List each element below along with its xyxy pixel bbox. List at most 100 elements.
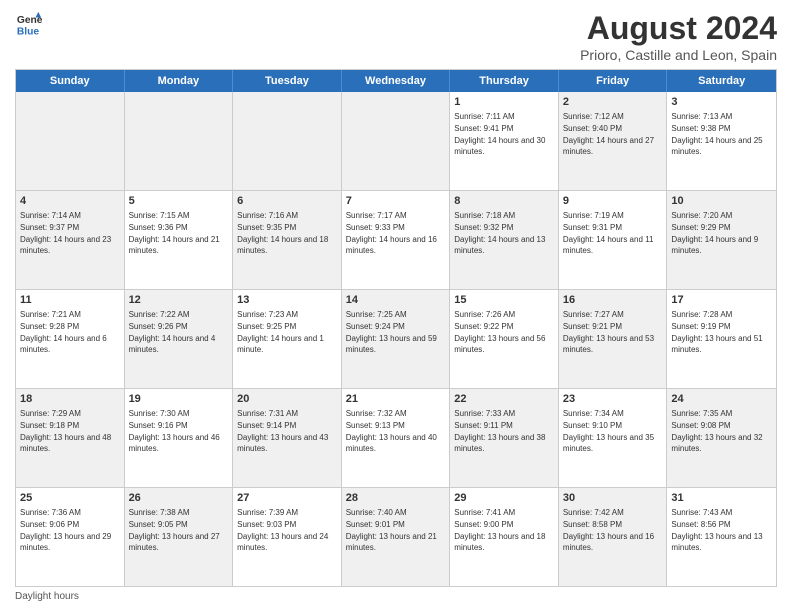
cal-cell: 31Sunrise: 7:43 AM Sunset: 8:56 PM Dayli…: [667, 488, 776, 586]
cal-week-4: 18Sunrise: 7:29 AM Sunset: 9:18 PM Dayli…: [16, 389, 776, 488]
day-number: 26: [129, 491, 229, 506]
cal-cell: 27Sunrise: 7:39 AM Sunset: 9:03 PM Dayli…: [233, 488, 342, 586]
cal-cell: [342, 92, 451, 190]
day-number: 23: [563, 392, 663, 407]
cal-week-5: 25Sunrise: 7:36 AM Sunset: 9:06 PM Dayli…: [16, 488, 776, 586]
day-info: Sunrise: 7:41 AM Sunset: 9:00 PM Dayligh…: [454, 507, 554, 553]
calendar-header: SundayMondayTuesdayWednesdayThursdayFrid…: [16, 70, 776, 92]
day-number: 9: [563, 194, 663, 209]
day-info: Sunrise: 7:30 AM Sunset: 9:16 PM Dayligh…: [129, 408, 229, 454]
subtitle: Prioro, Castille and Leon, Spain: [580, 47, 777, 63]
cal-cell: 6Sunrise: 7:16 AM Sunset: 9:35 PM Daylig…: [233, 191, 342, 289]
day-number: 12: [129, 293, 229, 308]
cal-cell: 18Sunrise: 7:29 AM Sunset: 9:18 PM Dayli…: [16, 389, 125, 487]
day-info: Sunrise: 7:25 AM Sunset: 9:24 PM Dayligh…: [346, 309, 446, 355]
cal-cell: [16, 92, 125, 190]
cal-cell: 1Sunrise: 7:11 AM Sunset: 9:41 PM Daylig…: [450, 92, 559, 190]
day-number: 30: [563, 491, 663, 506]
day-number: 3: [671, 95, 772, 110]
cal-cell: 25Sunrise: 7:36 AM Sunset: 9:06 PM Dayli…: [16, 488, 125, 586]
title-block: August 2024 Prioro, Castille and Leon, S…: [580, 10, 777, 63]
cal-cell: 8Sunrise: 7:18 AM Sunset: 9:32 PM Daylig…: [450, 191, 559, 289]
day-number: 15: [454, 293, 554, 308]
day-info: Sunrise: 7:22 AM Sunset: 9:26 PM Dayligh…: [129, 309, 229, 355]
day-number: 20: [237, 392, 337, 407]
day-number: 27: [237, 491, 337, 506]
cal-cell: 10Sunrise: 7:20 AM Sunset: 9:29 PM Dayli…: [667, 191, 776, 289]
day-info: Sunrise: 7:33 AM Sunset: 9:11 PM Dayligh…: [454, 408, 554, 454]
day-info: Sunrise: 7:32 AM Sunset: 9:13 PM Dayligh…: [346, 408, 446, 454]
day-info: Sunrise: 7:23 AM Sunset: 9:25 PM Dayligh…: [237, 309, 337, 355]
day-info: Sunrise: 7:14 AM Sunset: 9:37 PM Dayligh…: [20, 210, 120, 256]
day-info: Sunrise: 7:17 AM Sunset: 9:33 PM Dayligh…: [346, 210, 446, 256]
cal-cell: 23Sunrise: 7:34 AM Sunset: 9:10 PM Dayli…: [559, 389, 668, 487]
day-info: Sunrise: 7:19 AM Sunset: 9:31 PM Dayligh…: [563, 210, 663, 256]
calendar: SundayMondayTuesdayWednesdayThursdayFrid…: [15, 69, 777, 587]
day-number: 4: [20, 194, 120, 209]
day-number: 8: [454, 194, 554, 209]
cal-cell: [125, 92, 234, 190]
cal-cell: 13Sunrise: 7:23 AM Sunset: 9:25 PM Dayli…: [233, 290, 342, 388]
cal-cell: 16Sunrise: 7:27 AM Sunset: 9:21 PM Dayli…: [559, 290, 668, 388]
cal-cell: 19Sunrise: 7:30 AM Sunset: 9:16 PM Dayli…: [125, 389, 234, 487]
day-number: 10: [671, 194, 772, 209]
cal-cell: 3Sunrise: 7:13 AM Sunset: 9:38 PM Daylig…: [667, 92, 776, 190]
day-info: Sunrise: 7:38 AM Sunset: 9:05 PM Dayligh…: [129, 507, 229, 553]
day-number: 13: [237, 293, 337, 308]
header-day-saturday: Saturday: [667, 70, 776, 92]
day-info: Sunrise: 7:42 AM Sunset: 8:58 PM Dayligh…: [563, 507, 663, 553]
cal-cell: 21Sunrise: 7:32 AM Sunset: 9:13 PM Dayli…: [342, 389, 451, 487]
day-number: 5: [129, 194, 229, 209]
day-info: Sunrise: 7:29 AM Sunset: 9:18 PM Dayligh…: [20, 408, 120, 454]
logo-icon: General Blue: [15, 10, 43, 38]
cal-week-3: 11Sunrise: 7:21 AM Sunset: 9:28 PM Dayli…: [16, 290, 776, 389]
day-info: Sunrise: 7:39 AM Sunset: 9:03 PM Dayligh…: [237, 507, 337, 553]
cal-week-2: 4Sunrise: 7:14 AM Sunset: 9:37 PM Daylig…: [16, 191, 776, 290]
day-number: 7: [346, 194, 446, 209]
cal-cell: [233, 92, 342, 190]
cal-cell: 24Sunrise: 7:35 AM Sunset: 9:08 PM Dayli…: [667, 389, 776, 487]
cal-cell: 11Sunrise: 7:21 AM Sunset: 9:28 PM Dayli…: [16, 290, 125, 388]
day-number: 29: [454, 491, 554, 506]
day-info: Sunrise: 7:15 AM Sunset: 9:36 PM Dayligh…: [129, 210, 229, 256]
day-number: 31: [671, 491, 772, 506]
day-info: Sunrise: 7:35 AM Sunset: 9:08 PM Dayligh…: [671, 408, 772, 454]
day-number: 21: [346, 392, 446, 407]
cal-cell: 14Sunrise: 7:25 AM Sunset: 9:24 PM Dayli…: [342, 290, 451, 388]
day-number: 2: [563, 95, 663, 110]
day-number: 1: [454, 95, 554, 110]
cal-week-1: 1Sunrise: 7:11 AM Sunset: 9:41 PM Daylig…: [16, 92, 776, 191]
day-info: Sunrise: 7:16 AM Sunset: 9:35 PM Dayligh…: [237, 210, 337, 256]
cal-cell: 15Sunrise: 7:26 AM Sunset: 9:22 PM Dayli…: [450, 290, 559, 388]
header-day-tuesday: Tuesday: [233, 70, 342, 92]
day-number: 11: [20, 293, 120, 308]
cal-cell: 17Sunrise: 7:28 AM Sunset: 9:19 PM Dayli…: [667, 290, 776, 388]
cal-cell: 7Sunrise: 7:17 AM Sunset: 9:33 PM Daylig…: [342, 191, 451, 289]
day-info: Sunrise: 7:28 AM Sunset: 9:19 PM Dayligh…: [671, 309, 772, 355]
header-day-wednesday: Wednesday: [342, 70, 451, 92]
day-number: 18: [20, 392, 120, 407]
day-info: Sunrise: 7:11 AM Sunset: 9:41 PM Dayligh…: [454, 111, 554, 157]
day-info: Sunrise: 7:40 AM Sunset: 9:01 PM Dayligh…: [346, 507, 446, 553]
day-info: Sunrise: 7:13 AM Sunset: 9:38 PM Dayligh…: [671, 111, 772, 157]
day-number: 17: [671, 293, 772, 308]
day-info: Sunrise: 7:36 AM Sunset: 9:06 PM Dayligh…: [20, 507, 120, 553]
day-info: Sunrise: 7:31 AM Sunset: 9:14 PM Dayligh…: [237, 408, 337, 454]
logo: General Blue: [15, 10, 43, 38]
header-day-sunday: Sunday: [16, 70, 125, 92]
main-title: August 2024: [580, 10, 777, 47]
day-number: 22: [454, 392, 554, 407]
day-number: 25: [20, 491, 120, 506]
header-day-thursday: Thursday: [450, 70, 559, 92]
cal-cell: 4Sunrise: 7:14 AM Sunset: 9:37 PM Daylig…: [16, 191, 125, 289]
cal-cell: 5Sunrise: 7:15 AM Sunset: 9:36 PM Daylig…: [125, 191, 234, 289]
header-day-monday: Monday: [125, 70, 234, 92]
day-info: Sunrise: 7:26 AM Sunset: 9:22 PM Dayligh…: [454, 309, 554, 355]
cal-cell: 30Sunrise: 7:42 AM Sunset: 8:58 PM Dayli…: [559, 488, 668, 586]
day-number: 24: [671, 392, 772, 407]
cal-cell: 2Sunrise: 7:12 AM Sunset: 9:40 PM Daylig…: [559, 92, 668, 190]
cal-cell: 20Sunrise: 7:31 AM Sunset: 9:14 PM Dayli…: [233, 389, 342, 487]
svg-text:Blue: Blue: [17, 26, 40, 37]
cal-cell: 9Sunrise: 7:19 AM Sunset: 9:31 PM Daylig…: [559, 191, 668, 289]
cal-cell: 28Sunrise: 7:40 AM Sunset: 9:01 PM Dayli…: [342, 488, 451, 586]
